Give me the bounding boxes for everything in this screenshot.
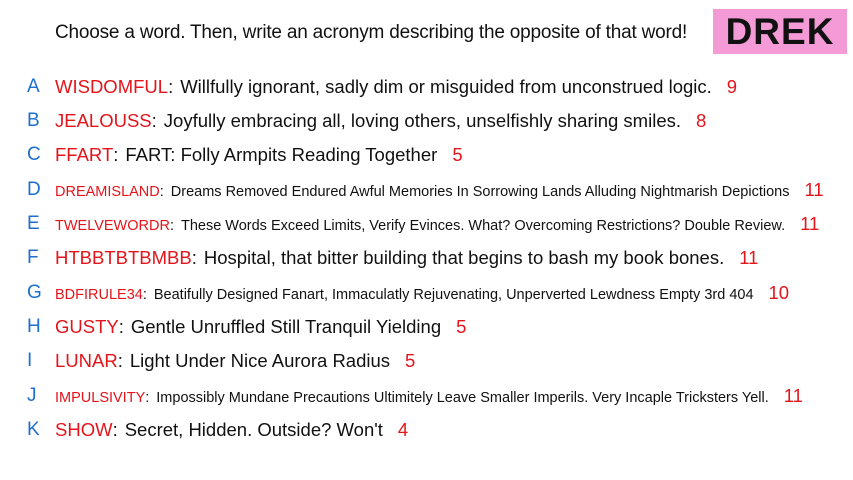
entry-colon: :	[168, 76, 174, 97]
entry-definition: Impossibly Mundane Precautions Ultimitel…	[156, 390, 769, 406]
entry-letter: B	[27, 110, 40, 131]
entry-colon: :	[113, 144, 119, 165]
entry-letter: H	[27, 316, 41, 337]
entry-letter: D	[27, 179, 41, 200]
entry-definition: Gentle Unruffled Still Tranquil Yielding	[130, 316, 442, 337]
entry-word: DREAMISLAND	[55, 184, 160, 200]
entry-definition: Beatifully Designed Fanart, Immaculatly …	[153, 287, 754, 303]
entry-colon: :	[118, 316, 124, 337]
entry-word: GUSTY	[55, 316, 119, 337]
entry-letter: J	[27, 385, 37, 406]
entry-word: BDFIRULE34	[55, 287, 143, 303]
entry-word: SHOW	[55, 419, 113, 440]
entry-word: HTBBTBTBMBB	[55, 247, 192, 268]
entry-colon: :	[142, 287, 147, 303]
entry-colon: :	[159, 184, 164, 200]
entry-definition: Willfully ignorant, sadly dim or misguid…	[180, 76, 712, 97]
entry-letter: K	[27, 419, 40, 440]
entry-word: JEALOUSS	[55, 110, 152, 131]
entry-colon: :	[151, 110, 157, 131]
entry-count: 11	[800, 213, 820, 234]
entry-count: 11	[783, 385, 803, 406]
entry-colon: :	[112, 419, 118, 440]
entry-definition: Dreams Removed Endured Awful Memories In…	[170, 184, 790, 200]
entry-letter: C	[27, 144, 41, 165]
entry-colon: :	[145, 390, 150, 406]
entry-letter: G	[27, 282, 42, 303]
entry-colon: :	[169, 218, 174, 234]
entry-count: 11	[739, 247, 759, 268]
entry-definition: Light Under Nice Aurora Radius	[129, 350, 391, 371]
entry-word: FFART	[55, 144, 114, 165]
entry-count: 8	[696, 110, 707, 131]
entry-definition: Hospital, that bitter building that begi…	[203, 247, 725, 268]
entry-letter: F	[27, 247, 39, 268]
entry-word: TWELVEWORDR	[55, 218, 170, 234]
entry-colon: :	[117, 350, 123, 371]
entry-count: 5	[456, 316, 467, 337]
entry-definition: Secret, Hidden. Outside? Won't	[124, 419, 383, 440]
entry-count: 11	[804, 179, 824, 200]
entry-word: WISDOMFUL	[55, 76, 169, 97]
entry-letter: E	[27, 213, 40, 234]
entry-count: 4	[397, 419, 409, 440]
entry-letter: I	[27, 350, 33, 371]
entry-definition: FART: Folly Armpits Reading Together	[125, 144, 438, 165]
entry-definition: These Words Exceed Limits, Verify Evince…	[180, 218, 786, 234]
entry-count: 5	[452, 144, 463, 165]
entry-word: LUNAR	[55, 350, 118, 371]
entry-count: 9	[726, 76, 738, 97]
entry-count: 10	[768, 282, 790, 303]
instruction-text: Choose a word. Then, write an acronym de…	[55, 22, 688, 43]
drek-badge: DREK	[713, 9, 847, 54]
entry-word: IMPULSIVITY	[55, 390, 146, 406]
entry-definition: Joyfully embracing all, loving others, u…	[163, 110, 681, 131]
entry-letter: A	[27, 76, 40, 97]
entry-count: 5	[405, 350, 416, 371]
entry-colon: :	[191, 247, 197, 268]
